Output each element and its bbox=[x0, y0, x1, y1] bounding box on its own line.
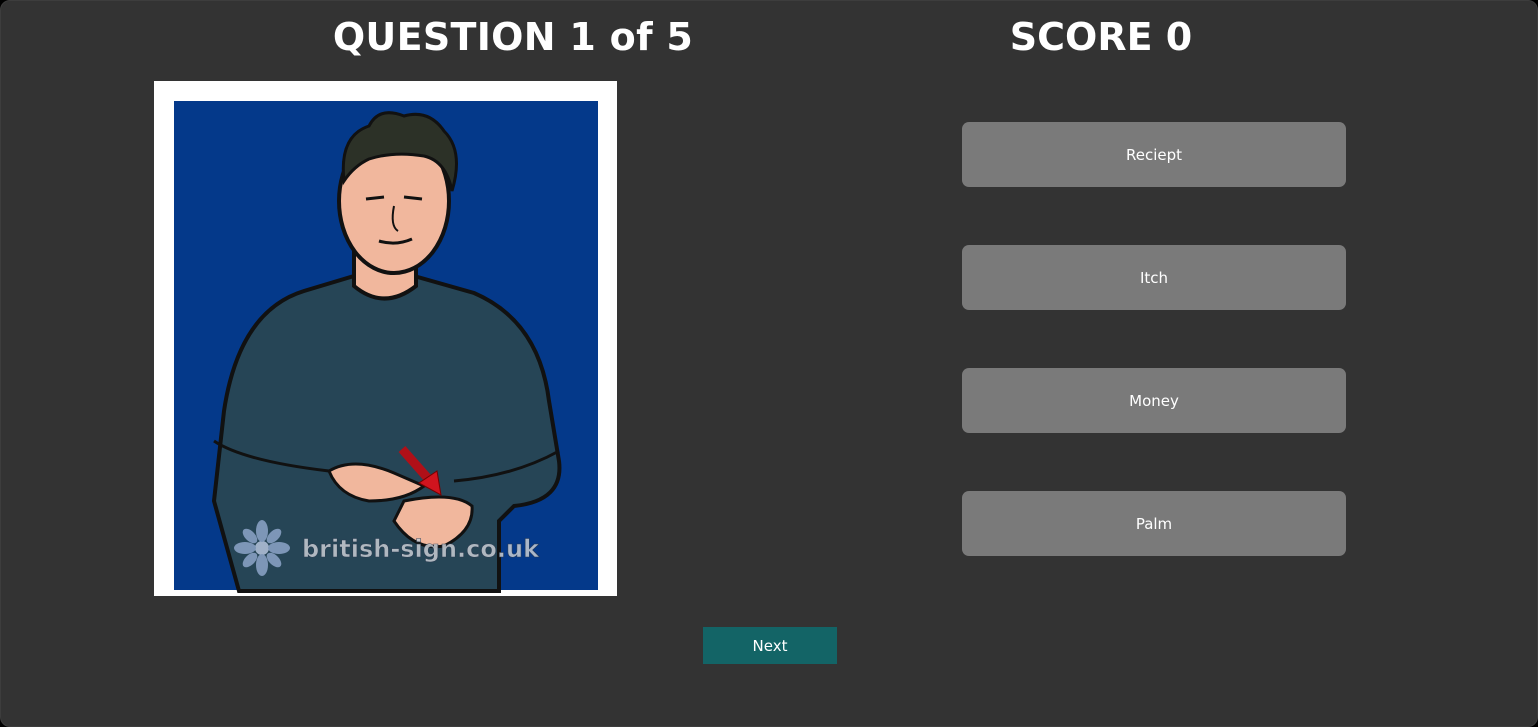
quiz-app: QUESTION 1 of 5 SCORE 0 british-sign.co.… bbox=[0, 0, 1538, 727]
answer-button-itch[interactable]: Itch bbox=[962, 245, 1346, 310]
answer-button-palm[interactable]: Palm bbox=[962, 491, 1346, 556]
next-button[interactable]: Next bbox=[703, 627, 837, 664]
answer-button-reciept[interactable]: Reciept bbox=[962, 122, 1346, 187]
sign-image: british-sign.co.uk bbox=[154, 81, 617, 596]
answer-button-money[interactable]: Money bbox=[962, 368, 1346, 433]
watermark-text: british-sign.co.uk bbox=[302, 535, 540, 563]
score-display: SCORE 0 bbox=[1009, 15, 1193, 59]
question-counter: QUESTION 1 of 5 bbox=[332, 15, 694, 59]
answer-options: Reciept Itch Money Palm bbox=[962, 122, 1346, 614]
